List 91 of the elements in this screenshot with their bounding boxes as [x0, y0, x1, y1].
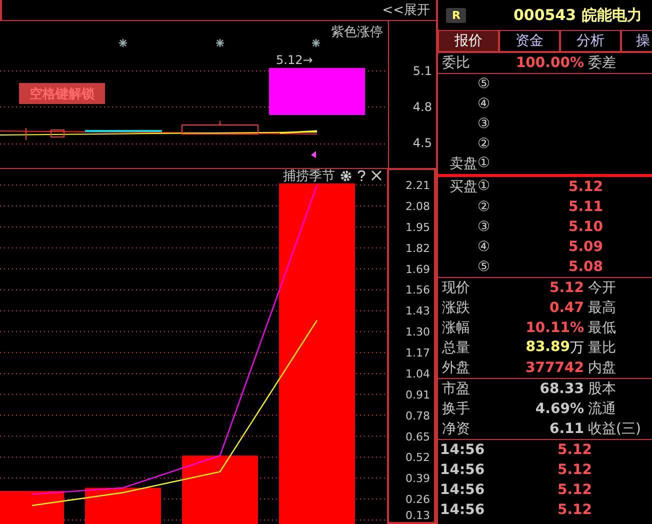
- axis-tick-label: 1.30: [406, 326, 430, 339]
- close-icon[interactable]: [371, 170, 382, 181]
- stat-label: 流通: [587, 400, 616, 418]
- stat-label: 最低: [587, 319, 616, 337]
- order-price: 5.10: [567, 219, 603, 235]
- axis-tick-label: 2.21: [406, 179, 430, 192]
- asterisk-icon: [119, 39, 127, 47]
- axis-tick-label: 1.69: [406, 262, 430, 276]
- unit-label: 万: [570, 339, 584, 357]
- trade-price: 5.12: [556, 462, 592, 478]
- panel-tab[interactable]: 资金: [499, 30, 560, 51]
- order-level-index: ①: [477, 178, 490, 196]
- order-level-index: ②: [477, 136, 490, 152]
- order-price: 5.12: [567, 179, 603, 195]
- order-level-index: ①: [477, 155, 490, 173]
- triangle-marker-icon: [311, 151, 316, 158]
- axis-tick-label: 1.56: [406, 284, 430, 297]
- axis-tick-label: 2.08: [406, 200, 430, 213]
- trade-time: 14:56: [439, 442, 486, 458]
- axis-tick-label: 0.52: [406, 451, 430, 464]
- order-price: 5.11: [567, 199, 603, 215]
- axis-tick-label: 0.78: [406, 409, 430, 422]
- axis-tick-label: 0.39: [406, 472, 430, 486]
- panel-tab[interactable]: 分析: [560, 30, 621, 51]
- trade-time: 14:56: [439, 482, 486, 498]
- stat-label: 现价: [441, 279, 471, 297]
- panel-tab[interactable]: 报价: [438, 30, 499, 51]
- axis-tick-label: 0.26: [406, 493, 430, 506]
- stat-label: 净资: [441, 420, 471, 438]
- indicator-title: 捕捞季节: [283, 168, 335, 184]
- stat-value: 5.12: [549, 280, 584, 296]
- order-level-index: ③: [477, 116, 490, 132]
- asterisk-icon: [216, 39, 224, 47]
- axis-tick-label: 0.65: [406, 430, 430, 444]
- asterisk-icon: [312, 39, 320, 47]
- order-level-index: ⑤: [477, 76, 490, 92]
- order-price: 5.08: [567, 259, 603, 275]
- stat-label: 涨幅: [441, 319, 471, 337]
- axis-tick-label: 1.43: [406, 304, 430, 318]
- trade-time: 14:56: [439, 462, 486, 478]
- stat-label: 换手: [441, 400, 471, 418]
- stat-label: 总量: [441, 339, 471, 357]
- order-level-index: ②: [477, 199, 490, 215]
- order-level-index: ③: [477, 219, 490, 235]
- stat-label: 涨跌: [441, 299, 471, 317]
- stat-value: 10.11%: [526, 320, 584, 336]
- stat-label: 委比: [441, 54, 471, 72]
- order-side-label: 买盘: [449, 178, 478, 196]
- stat-value: 6.11: [549, 421, 584, 437]
- stat-label: 股本: [587, 380, 616, 398]
- stat-value: 68.33: [540, 381, 584, 397]
- stat-value: 377742: [526, 360, 584, 376]
- price-axis-label: 4.8: [412, 100, 432, 114]
- stat-value: 83.89: [526, 339, 570, 357]
- trade-price: 5.12: [556, 482, 592, 498]
- order-price: 5.09: [567, 239, 603, 255]
- order-level-index: ④: [477, 239, 490, 255]
- stat-label: 最高: [587, 299, 616, 317]
- stat-label: 内盘: [587, 359, 616, 377]
- stat-label: 委差: [587, 54, 616, 72]
- stat-value: 0.47: [549, 300, 584, 316]
- stat-label: 市盈: [441, 380, 471, 398]
- stat-label: 量比: [587, 339, 616, 357]
- stat-value: 4.69%: [535, 401, 584, 417]
- axis-tick-label: 0.13: [406, 509, 430, 522]
- stat-label: 收益(三): [587, 420, 641, 438]
- axis-tick-label: 0.91: [406, 388, 430, 402]
- stat-label: 外盘: [441, 359, 471, 377]
- trade-time: 14:56: [439, 502, 486, 518]
- settings-icon[interactable]: [340, 170, 352, 182]
- price-axis-label: 5.1: [412, 64, 432, 78]
- order-side-label: 卖盘: [449, 155, 478, 173]
- indicator-label: 紫色涨停: [331, 25, 383, 40]
- axis-tick-label: 1.95: [406, 221, 430, 234]
- stock-code: 000543: [513, 6, 576, 24]
- bar: [0, 491, 64, 524]
- price-axis-label: 4.5: [412, 136, 432, 150]
- order-level-index: ④: [477, 96, 490, 112]
- stat-label: 今开: [587, 279, 616, 297]
- stock-name: 皖能电力: [582, 6, 642, 24]
- trade-price: 5.12: [556, 442, 592, 458]
- panel-tab[interactable]: 操: [621, 30, 652, 51]
- axis-tick-label: 1.04: [406, 368, 430, 380]
- stat-value: 100.00%: [516, 55, 584, 71]
- trade-price: 5.12: [556, 502, 592, 518]
- order-level-index: ⑤: [477, 259, 490, 275]
- axis-tick-label: 1.17: [406, 346, 430, 360]
- price-tag: 5.12→: [276, 53, 313, 67]
- axis-tick-label: 1.82: [406, 242, 430, 255]
- realtime-badge: R: [446, 8, 466, 22]
- help-icon[interactable]: [357, 170, 366, 182]
